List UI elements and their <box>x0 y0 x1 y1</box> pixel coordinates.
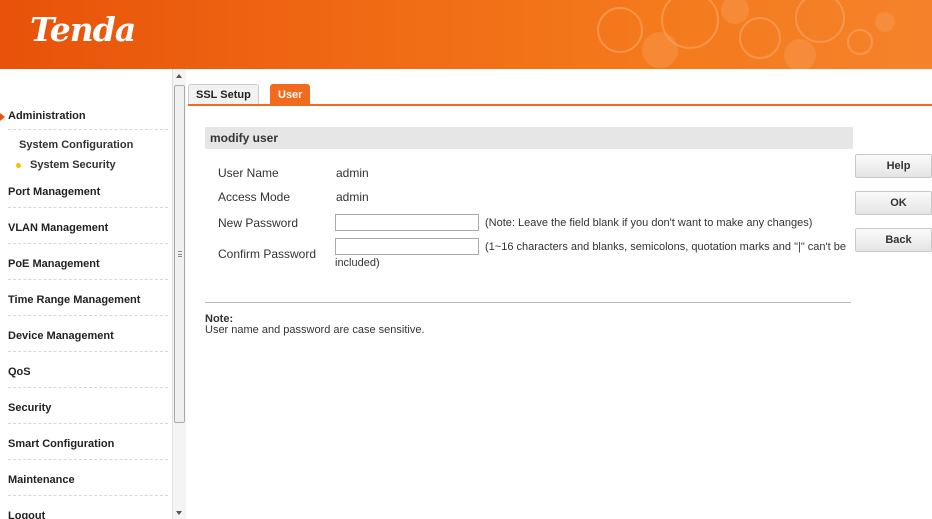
sidebar-item-label: Maintenance <box>8 474 75 486</box>
sidebar-item-time-range-management[interactable]: Time Range Management <box>0 294 172 316</box>
sidebar-item-device-management[interactable]: Device Management <box>0 330 172 352</box>
sidebar-item-administration[interactable]: Administration <box>0 110 172 130</box>
divider <box>8 243 168 244</box>
divider <box>8 387 168 388</box>
section-title: modify user <box>205 127 853 149</box>
new-password-label: New Password <box>218 216 299 230</box>
sidebar-item-smart-configuration[interactable]: Smart Configuration <box>0 438 172 460</box>
divider <box>8 315 168 316</box>
sidebar-item-label: QoS <box>8 366 31 378</box>
sidebar-item-label: Time Range Management <box>8 294 141 306</box>
sidebar-scrollbar[interactable] <box>172 69 186 519</box>
scroll-up-icon[interactable] <box>176 74 182 78</box>
divider <box>8 459 168 460</box>
confirm-password-input[interactable] <box>335 238 479 255</box>
sidebar: Administration System Configuration Syst… <box>0 69 172 519</box>
confirm-password-note-cont: included) <box>335 257 380 269</box>
divider <box>8 129 168 130</box>
divider <box>205 302 851 303</box>
sidebar-item-label: Smart Configuration <box>8 438 115 450</box>
sidebar-item-label: Administration <box>8 110 86 122</box>
divider <box>8 423 168 424</box>
divider <box>8 351 168 352</box>
sidebar-item-label: Device Management <box>8 330 114 342</box>
sidebar-item-label: Port Management <box>8 186 101 198</box>
note-body: User name and password are case sensitiv… <box>205 324 425 336</box>
access-mode-value: admin <box>336 190 369 204</box>
sidebar-subitem-system-configuration[interactable]: System Configuration <box>0 139 172 153</box>
access-mode-label: Access Mode <box>218 190 291 204</box>
user-name-label: User Name <box>218 166 279 180</box>
sidebar-item-vlan-management[interactable]: VLAN Management <box>0 222 172 244</box>
sidebar-subitem-label: System Configuration <box>19 139 134 151</box>
help-button[interactable]: Help <box>855 154 932 178</box>
tab-user[interactable]: User <box>270 84 311 105</box>
tenda-logo: Tenda <box>30 10 136 49</box>
sidebar-subitem-system-security[interactable]: System Security <box>0 159 172 173</box>
sidebar-item-label: PoE Management <box>8 258 100 270</box>
new-password-note: (Note: Leave the field blank if you don'… <box>485 217 813 229</box>
user-name-value: admin <box>336 166 369 180</box>
tab-ssl-setup[interactable]: SSL Setup <box>188 84 259 105</box>
grip-icon <box>178 251 182 257</box>
sidebar-item-port-management[interactable]: Port Management <box>0 186 172 208</box>
sidebar-item-qos[interactable]: QoS <box>0 366 172 388</box>
header-decoration <box>597 0 895 69</box>
sidebar-item-poe-management[interactable]: PoE Management <box>0 258 172 280</box>
scrollbar-thumb[interactable] <box>174 85 185 423</box>
tab-bar: SSL Setup User <box>188 84 932 106</box>
confirm-password-label: Confirm Password <box>218 247 317 261</box>
divider <box>8 495 168 496</box>
new-password-input[interactable] <box>335 214 479 231</box>
divider <box>8 207 168 208</box>
sidebar-item-label: Logout <box>8 510 46 519</box>
confirm-password-note: (1~16 characters and blanks, semicolons,… <box>485 241 846 253</box>
sidebar-item-label: VLAN Management <box>8 222 109 234</box>
sidebar-item-security[interactable]: Security <box>0 402 172 424</box>
sidebar-item-logout[interactable]: Logout <box>0 510 172 519</box>
header-bar: Tenda <box>0 0 932 69</box>
back-button[interactable]: Back <box>855 228 932 252</box>
tab-underline <box>188 104 932 106</box>
scroll-down-icon[interactable] <box>176 511 182 515</box>
ok-button[interactable]: OK <box>855 191 932 215</box>
sidebar-item-label: Security <box>8 402 52 414</box>
divider <box>8 279 168 280</box>
sidebar-subitem-label: System Security <box>30 159 116 171</box>
sidebar-item-maintenance[interactable]: Maintenance <box>0 474 172 496</box>
